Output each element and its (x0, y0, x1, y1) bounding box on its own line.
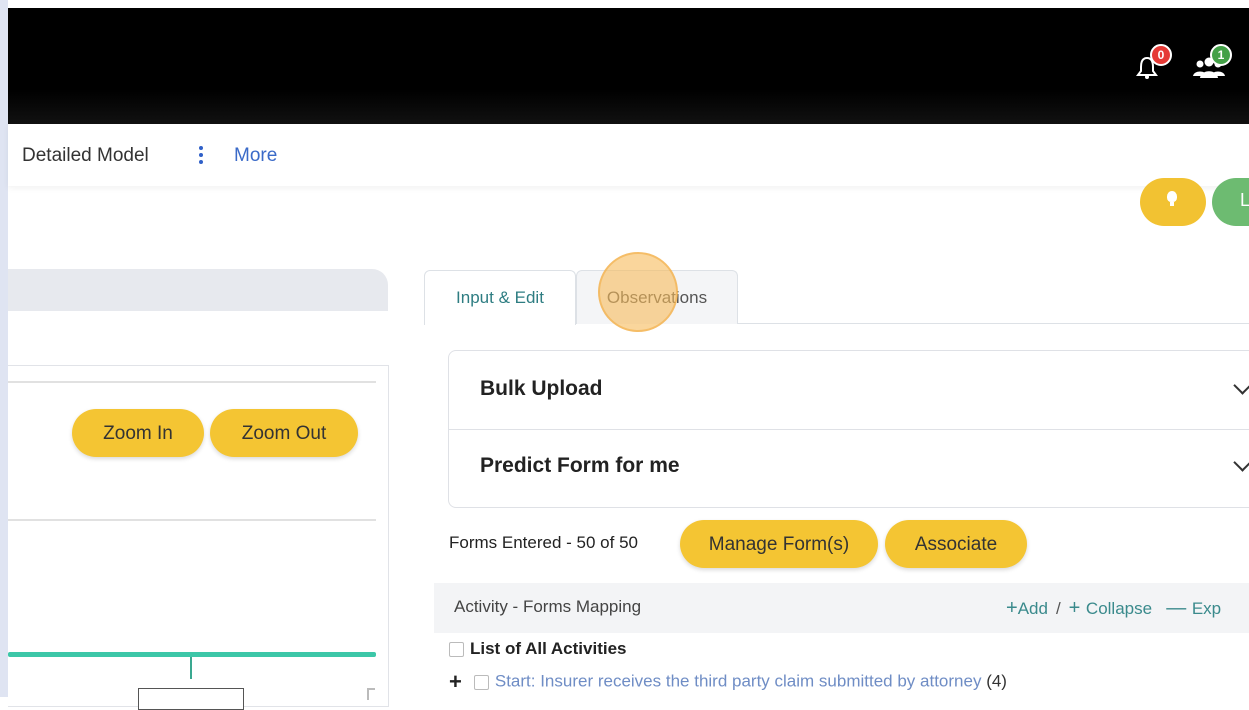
accordion-bulk-upload[interactable]: Bulk Upload (449, 351, 1249, 428)
list-all-label: List of All Activities (470, 639, 627, 658)
users-button[interactable]: 1 (1192, 44, 1232, 80)
zoom-out-button[interactable]: Zoom Out (210, 409, 358, 457)
associate-button[interactable]: Associate (885, 520, 1027, 568)
list-item: + Start: Insurer receives the third party… (449, 669, 1007, 695)
plus-icon: + (1006, 597, 1018, 619)
lightbulb-icon (1167, 191, 1177, 206)
notifications-button[interactable]: 0 (1136, 44, 1172, 80)
divider (8, 519, 376, 521)
expand-plus-icon[interactable]: + (449, 669, 462, 694)
chevron-down-icon (1233, 453, 1249, 472)
top-bar: 0 1 (8, 8, 1249, 124)
accordion-card: Bulk Upload Predict Form for me (448, 350, 1249, 508)
minus-icon: — (1166, 597, 1192, 619)
kebab-menu-icon[interactable] (198, 144, 204, 166)
divider (8, 381, 376, 383)
users-count-badge: 1 (1210, 44, 1232, 66)
accordion-label: Predict Form for me (480, 454, 680, 477)
checkbox[interactable] (449, 642, 464, 658)
list-all-activities[interactable]: List of All Activities (449, 639, 627, 659)
add-action[interactable]: +Add (1006, 597, 1048, 619)
mapping-actions: +Add / + Collapse — Exp (1006, 597, 1222, 619)
activity-link[interactable]: Start: Insurer receives the third party … (495, 671, 982, 690)
zoom-in-button[interactable]: Zoom In (72, 409, 204, 457)
green-action-button[interactable]: L (1212, 178, 1249, 226)
model-nav-bar: Detailed Model More (8, 124, 1249, 186)
chevron-down-icon (1233, 376, 1249, 395)
collapse-action[interactable]: + Collapse (1068, 597, 1153, 619)
flow-connector-line (8, 652, 376, 657)
flow-connector (190, 657, 192, 679)
left-edge-strip (0, 0, 8, 697)
expand-action[interactable]: — Exp (1166, 597, 1222, 619)
expand-label: Exp (1191, 599, 1222, 618)
collapse-label: Collapse (1085, 599, 1153, 618)
mapping-title: Activity - Forms Mapping (454, 597, 642, 616)
add-label: Add (1017, 599, 1048, 618)
tab-observations[interactable]: Observations (576, 270, 738, 324)
manage-forms-button[interactable]: Manage Form(s) (680, 520, 878, 568)
notification-count-badge: 0 (1150, 44, 1172, 66)
flow-node[interactable] (138, 688, 244, 710)
mapping-header: Activity - Forms Mapping +Add / + Collapse… (434, 583, 1249, 633)
accordion-predict-form[interactable]: Predict Form for me (449, 430, 1249, 507)
flow-node-corner (367, 688, 375, 700)
nav-detailed-model[interactable]: Detailed Model (22, 145, 149, 167)
nav-more-link[interactable]: More (234, 145, 277, 167)
plus-icon: + (1068, 597, 1086, 619)
accordion-label: Bulk Upload (480, 377, 603, 400)
checkbox[interactable] (473, 674, 489, 690)
green-action-label: L (1240, 190, 1249, 210)
hint-button[interactable] (1140, 178, 1206, 226)
diagram-panel-header (8, 269, 388, 311)
activity-form-count: (4) (986, 671, 1007, 691)
forms-entered-count: Forms Entered - 50 of 50 (449, 533, 638, 552)
tab-input-edit[interactable]: Input & Edit (424, 270, 576, 325)
